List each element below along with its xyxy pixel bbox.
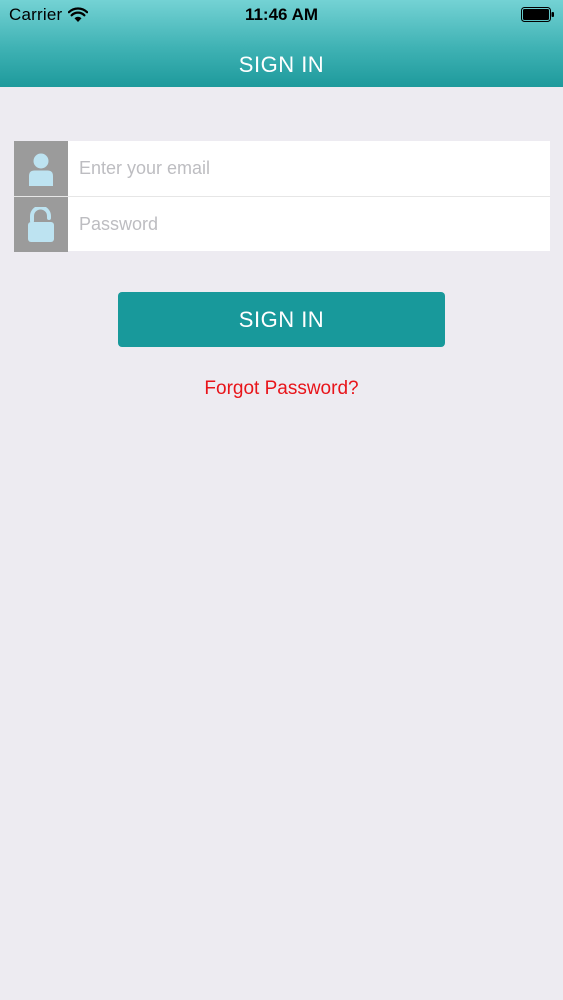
battery-icon <box>521 7 554 22</box>
forgot-password-link[interactable]: Forgot Password? <box>0 378 563 400</box>
page-title: SIGN IN <box>238 52 325 77</box>
sign-in-button[interactable]: SIGN IN <box>118 292 445 347</box>
email-icon-box <box>14 141 68 196</box>
status-bar: Carrier 11:46 AM <box>0 0 563 30</box>
email-row <box>14 141 550 196</box>
status-time: 11:46 AM <box>244 5 319 24</box>
header: Carrier 11:46 AM SIGN IN <box>0 0 563 87</box>
unlock-icon <box>28 206 54 242</box>
password-input[interactable] <box>68 197 550 251</box>
sign-in-screen: Carrier 11:46 AM SIGN IN Enter your emai… <box>0 0 563 1000</box>
password-row <box>14 196 550 252</box>
email-input[interactable] <box>68 141 550 196</box>
user-icon <box>29 153 53 186</box>
password-icon-box <box>14 197 68 252</box>
